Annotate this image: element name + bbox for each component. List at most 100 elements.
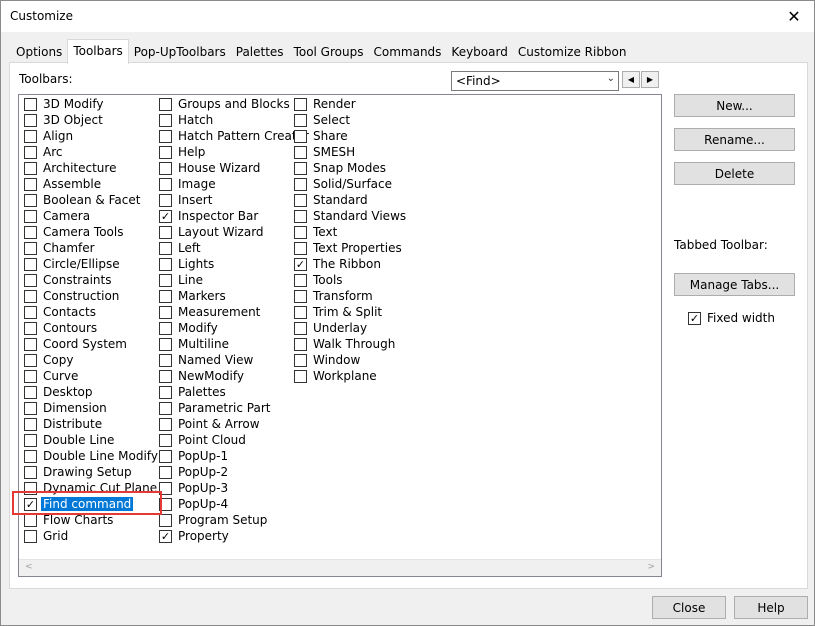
toolbar-checkbox[interactable]: [294, 145, 307, 159]
toolbar-checkbox[interactable]: [294, 321, 307, 335]
toolbar-checkbox[interactable]: [24, 289, 37, 303]
toolbar-checkbox[interactable]: [24, 193, 37, 207]
toolbar-list-item[interactable]: Hatch: [156, 112, 311, 128]
toolbar-list-item[interactable]: PopUp-4: [156, 496, 311, 512]
toolbar-list-item[interactable]: Parametric Part: [156, 400, 311, 416]
toolbar-list-item[interactable]: Transform: [291, 288, 408, 304]
toolbar-checkbox[interactable]: [24, 481, 37, 495]
scroll-right-icon[interactable]: >: [647, 562, 655, 572]
toolbar-checkbox[interactable]: ✓: [24, 497, 37, 511]
toolbar-checkbox[interactable]: [159, 241, 172, 255]
fixed-width-checkbox[interactable]: ✓: [688, 311, 701, 325]
toolbar-list-item[interactable]: House Wizard: [156, 160, 311, 176]
toolbar-list-item[interactable]: NewModify: [156, 368, 311, 384]
toolbar-list-item[interactable]: ✓ Property: [156, 528, 311, 544]
toolbar-list-item[interactable]: Construction: [21, 288, 160, 304]
toolbar-checkbox[interactable]: [159, 465, 172, 479]
toolbar-checkbox[interactable]: [159, 481, 172, 495]
toolbar-checkbox[interactable]: [294, 337, 307, 351]
toolbar-checkbox[interactable]: [294, 129, 307, 143]
toolbar-checkbox[interactable]: [159, 289, 172, 303]
toolbar-checkbox[interactable]: [159, 497, 172, 511]
tab-popup-toolbars[interactable]: Pop-UpToolbars: [129, 41, 231, 64]
toolbar-list-item[interactable]: ✓ Find command: [21, 496, 160, 512]
toolbar-list-item[interactable]: 3D Object: [21, 112, 160, 128]
toolbar-checkbox[interactable]: [24, 305, 37, 319]
toolbar-checkbox[interactable]: [159, 417, 172, 431]
toolbar-list-item[interactable]: Constraints: [21, 272, 160, 288]
toolbar-checkbox[interactable]: [294, 113, 307, 127]
toolbar-list-item[interactable]: Help: [156, 144, 311, 160]
toolbar-checkbox[interactable]: [24, 257, 37, 271]
tab-keyboard[interactable]: Keyboard: [446, 41, 512, 64]
toolbar-checkbox[interactable]: [159, 353, 172, 367]
toolbar-list-item[interactable]: Left: [156, 240, 311, 256]
toolbar-list-item[interactable]: Solid/Surface: [291, 176, 408, 192]
toolbar-checkbox[interactable]: [24, 241, 37, 255]
fixed-width-option[interactable]: ✓ Fixed width: [688, 311, 775, 325]
toolbar-list-item[interactable]: Palettes: [156, 384, 311, 400]
tab-toolbars[interactable]: Toolbars: [67, 39, 129, 64]
toolbar-checkbox[interactable]: [24, 177, 37, 191]
toolbar-list-item[interactable]: Share: [291, 128, 408, 144]
toolbar-checkbox[interactable]: [159, 225, 172, 239]
scroll-left-icon[interactable]: <: [25, 562, 33, 572]
toolbar-list-item[interactable]: Markers: [156, 288, 311, 304]
toolbar-list-item[interactable]: Named View: [156, 352, 311, 368]
toolbar-checkbox[interactable]: [24, 433, 37, 447]
toolbar-list-item[interactable]: Align: [21, 128, 160, 144]
toolbar-checkbox[interactable]: [294, 177, 307, 191]
toolbar-list-item[interactable]: Tools: [291, 272, 408, 288]
toolbar-checkbox[interactable]: [24, 401, 37, 415]
toolbar-checkbox[interactable]: [159, 193, 172, 207]
toolbar-checkbox[interactable]: [159, 321, 172, 335]
toolbar-list-item[interactable]: Layout Wizard: [156, 224, 311, 240]
toolbar-list-item[interactable]: Copy: [21, 352, 160, 368]
toolbar-list-item[interactable]: Coord System: [21, 336, 160, 352]
toolbar-list-item[interactable]: Chamfer: [21, 240, 160, 256]
toolbar-list-item[interactable]: Snap Modes: [291, 160, 408, 176]
toolbar-list-item[interactable]: Line: [156, 272, 311, 288]
toolbar-list-item[interactable]: Contacts: [21, 304, 160, 320]
toolbar-list-item[interactable]: Modify: [156, 320, 311, 336]
toolbar-list-item[interactable]: Text: [291, 224, 408, 240]
toolbar-checkbox[interactable]: [159, 177, 172, 191]
toolbar-checkbox[interactable]: [294, 353, 307, 367]
toolbar-list-item[interactable]: Grid: [21, 528, 160, 544]
toolbar-list-item[interactable]: Hatch Pattern Creator: [156, 128, 311, 144]
toolbar-checkbox[interactable]: [159, 97, 172, 111]
toolbar-checkbox[interactable]: [159, 273, 172, 287]
toolbar-checkbox[interactable]: [24, 417, 37, 431]
toolbar-list-item[interactable]: Standard: [291, 192, 408, 208]
toolbar-checkbox[interactable]: [294, 305, 307, 319]
toolbar-list-item[interactable]: Architecture: [21, 160, 160, 176]
toolbar-checkbox[interactable]: [24, 273, 37, 287]
toolbar-list-item[interactable]: Assemble: [21, 176, 160, 192]
tab-customize-ribbon[interactable]: Customize Ribbon: [513, 41, 632, 64]
toolbar-checkbox[interactable]: [24, 129, 37, 143]
toolbar-checkbox[interactable]: [159, 433, 172, 447]
toolbar-list-item[interactable]: Groups and Blocks: [156, 96, 311, 112]
toolbar-checkbox[interactable]: ✓: [159, 529, 172, 543]
toolbar-checkbox[interactable]: [159, 145, 172, 159]
toolbar-checkbox[interactable]: [24, 225, 37, 239]
toolbar-checkbox[interactable]: [294, 273, 307, 287]
toolbar-list-item[interactable]: Flow Charts: [21, 512, 160, 528]
toolbar-list-item[interactable]: PopUp-1: [156, 448, 311, 464]
toolbar-checkbox[interactable]: [159, 113, 172, 127]
toolbar-list-item[interactable]: Curve: [21, 368, 160, 384]
toolbar-list-item[interactable]: 3D Modify: [21, 96, 160, 112]
toolbar-checkbox[interactable]: [159, 401, 172, 415]
toolbar-checkbox[interactable]: [294, 225, 307, 239]
toolbar-list-item[interactable]: Boolean & Facet: [21, 192, 160, 208]
toolbar-checkbox[interactable]: [24, 145, 37, 159]
toolbar-checkbox[interactable]: [159, 337, 172, 351]
toolbar-checkbox[interactable]: [24, 385, 37, 399]
toolbar-list-item[interactable]: Measurement: [156, 304, 311, 320]
toolbar-list-item[interactable]: Underlay: [291, 320, 408, 336]
tab-tool-groups[interactable]: Tool Groups: [289, 41, 369, 64]
tab-options[interactable]: Options: [11, 41, 67, 64]
toolbar-checkbox[interactable]: [24, 449, 37, 463]
close-button[interactable]: Close: [652, 596, 726, 619]
toolbar-list-item[interactable]: Insert: [156, 192, 311, 208]
